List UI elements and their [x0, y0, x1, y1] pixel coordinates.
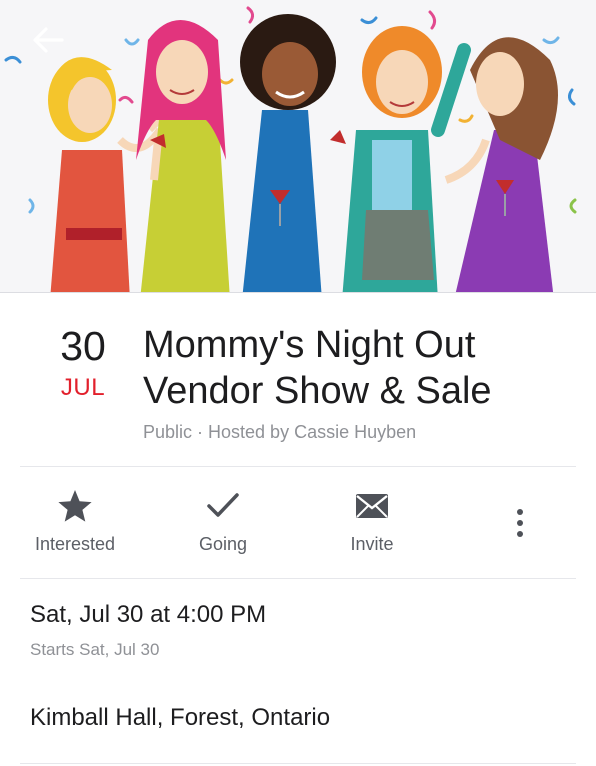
event-datetime[interactable]: Sat, Jul 30 at 4:00 PM: [30, 600, 266, 630]
interested-label: Interested: [34, 534, 116, 554]
event-title: Mommy's Night Out Vendor Show & Sale: [143, 322, 573, 414]
divider: [20, 466, 576, 467]
star-icon: [58, 490, 92, 522]
event-start-date: Starts Sat, Jul 30: [30, 640, 160, 659]
checkmark-icon: [207, 493, 239, 517]
back-arrow-icon: [33, 27, 64, 53]
more-vertical-icon: [517, 509, 523, 537]
event-title-line2: Vendor Show & Sale: [143, 370, 492, 412]
back-button[interactable]: [28, 22, 68, 58]
envelope-icon: [356, 494, 388, 518]
event-subtitle: Public · Hosted by Cassie Huyben: [143, 422, 417, 442]
event-date-badge: 30 JUL: [40, 322, 126, 402]
event-month: JUL: [60, 374, 106, 401]
event-cover-image: [0, 0, 596, 293]
cover-divider: [0, 292, 596, 293]
invite-label: Invite: [350, 534, 394, 554]
event-location[interactable]: Kimball Hall, Forest, Ontario: [30, 703, 330, 733]
divider: [20, 763, 576, 764]
going-button[interactable]: Going: [148, 484, 298, 568]
invite-button[interactable]: Invite: [297, 484, 447, 568]
event-day: 30: [60, 323, 106, 369]
going-label: Going: [198, 534, 248, 554]
divider: [20, 578, 576, 579]
more-options-button[interactable]: [500, 500, 540, 546]
event-title-line1: Mommy's Night Out: [143, 324, 476, 366]
interested-button[interactable]: Interested: [0, 484, 150, 568]
party-women-illustration: [0, 0, 596, 293]
